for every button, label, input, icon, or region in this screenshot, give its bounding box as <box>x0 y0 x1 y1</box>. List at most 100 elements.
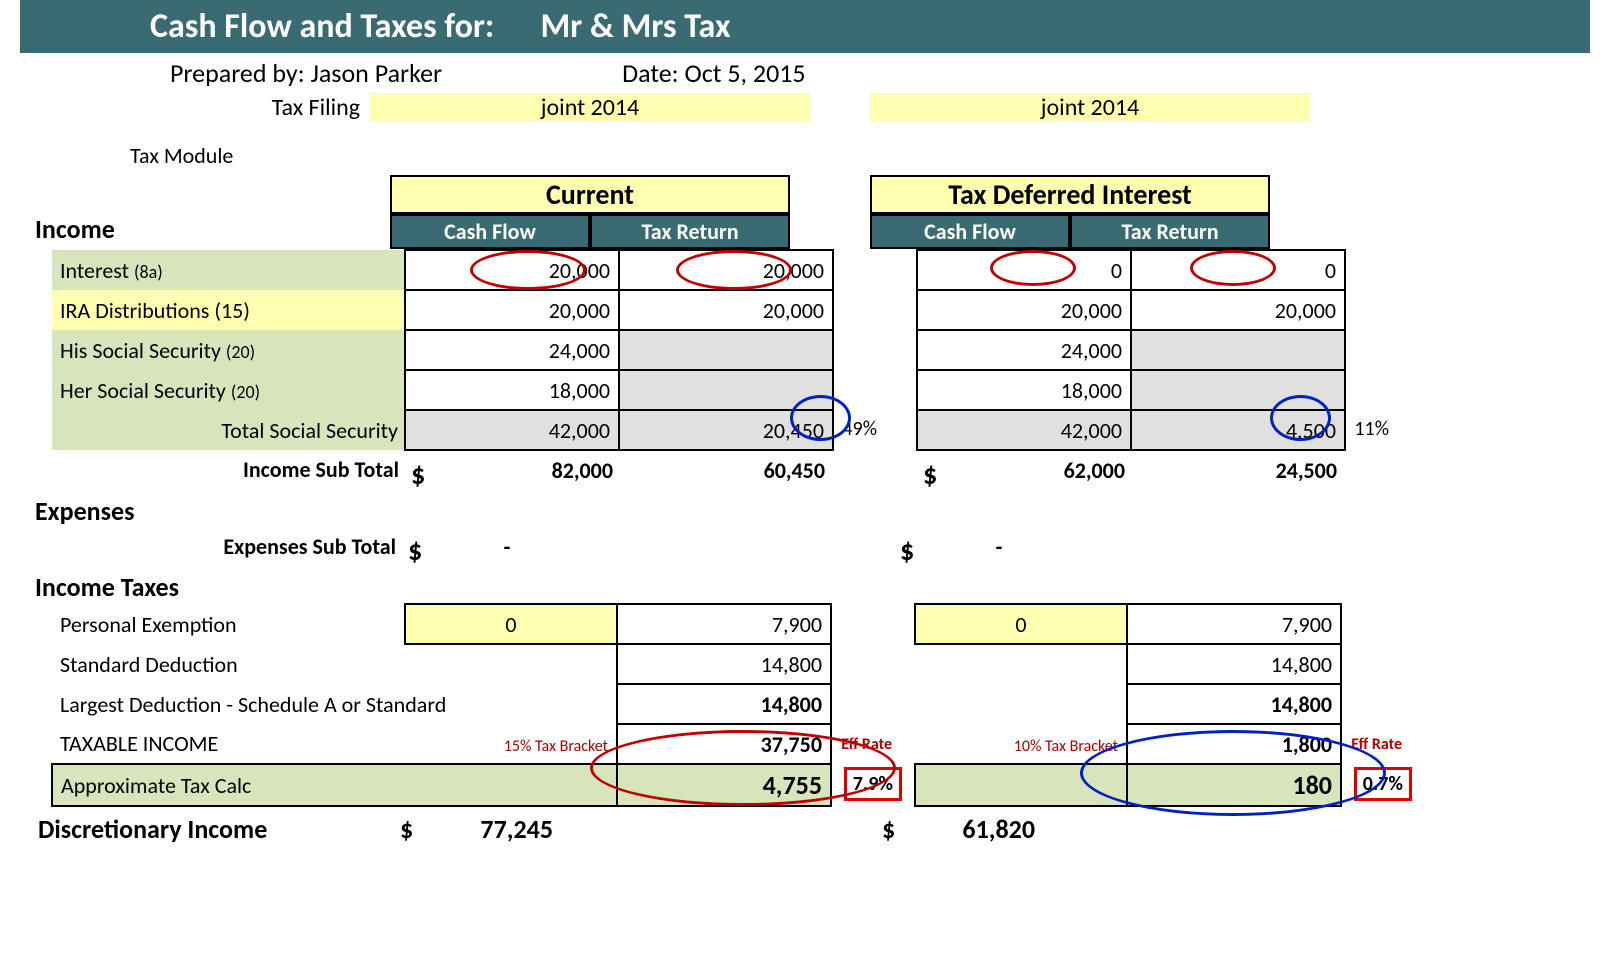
row-ira: IRA Distributions (15) 20,000 20,000 20,… <box>20 290 1345 330</box>
exp-sub-label: Expenses Sub Total <box>52 527 402 565</box>
ira-cf-current: 20,000 <box>405 290 619 330</box>
income-sub-sym-def: $ <box>923 457 937 492</box>
taxable-tr-cur: 37,750 <box>761 731 822 758</box>
largest-tr-def: 14,800 <box>1127 684 1341 724</box>
section-income: Income <box>35 213 115 245</box>
total-ss-tr-current: 20,450 <box>763 417 824 444</box>
header-cashflow-left: Cash Flow <box>390 214 590 249</box>
his-ss-cf-current: 24,000 <box>405 330 619 370</box>
sd-label: Standard Deduction <box>52 644 405 684</box>
ira-tr-current: 20,000 <box>619 290 833 330</box>
row-exp-subtotal: Expenses Sub Total $ - $ - <box>20 527 1304 565</box>
row-her-ss: Her Social Security (20) 18,000 18,000 <box>20 370 1345 410</box>
disc-sym-def: $ <box>882 813 895 845</box>
row-pe: Personal Exemption 0 7,900 0 7,900 <box>20 604 1341 644</box>
row-his-ss: His Social Security (20) 24,000 24,000 <box>20 330 1345 370</box>
client-name: Mr & Mrs Tax <box>540 6 730 47</box>
date-value: Oct 5, 2015 <box>685 57 806 89</box>
income-sub-tr-def: 24,500 <box>1131 450 1345 489</box>
exp-val-def: - <box>900 533 1098 560</box>
meta-row: Prepared by: Jason Parker Date: Oct 5, 2… <box>170 57 1520 89</box>
title-prefix: Cash Flow and Taxes for: <box>150 6 494 47</box>
effrate-label-def: Eff Rate <box>1351 735 1402 754</box>
interest-tr-current: 20,000 <box>619 250 833 290</box>
pe-cf-cur: 0 <box>405 604 617 644</box>
largest-label: Largest Deduction - Schedule A or Standa… <box>52 684 617 724</box>
her-ss-cf-current: 18,000 <box>405 370 619 410</box>
exp-val-cur: - <box>408 533 606 560</box>
row-approx: Approximate Tax Calc 4,755 7.9% 180 0.7% <box>20 764 1341 806</box>
pe-tr-cur: 7,900 <box>617 604 831 644</box>
header-taxreturn-left: Tax Return <box>590 214 790 249</box>
header-taxreturn-right: Tax Return <box>1070 214 1270 249</box>
his-ss-cf-def: 24,000 <box>917 330 1131 370</box>
total-ss-tr-def: 4,500 <box>1286 417 1336 444</box>
date-label: Date: <box>622 57 679 89</box>
filing-left: joint 2014 <box>370 93 810 122</box>
income-sub-cf-cur: 82,000 <box>552 457 613 484</box>
approx-tr-def: 180 <box>1292 769 1332 801</box>
row-largest: Largest Deduction - Schedule A or Standa… <box>20 684 1341 724</box>
ira-label: IRA Distributions (15) <box>52 290 405 330</box>
bracket-cur: 15% Tax Bracket <box>504 737 608 756</box>
header-current: Current <box>390 175 790 214</box>
disc-sym-cur: $ <box>400 813 413 845</box>
section-expenses: Expenses <box>35 495 1520 527</box>
largest-tr-cur: 14,800 <box>617 684 831 724</box>
filing-right: joint 2014 <box>870 93 1310 122</box>
income-sub-label: Income Sub Total <box>52 450 405 489</box>
his-ss-label: His Social Security <box>60 337 221 364</box>
row-sd: Standard Deduction 14,800 14,800 <box>20 644 1341 684</box>
header-deferred: Tax Deferred Interest <box>870 175 1270 214</box>
income-sub-cf-def: 62,000 <box>1064 457 1125 484</box>
total-ss-cf-current: 42,000 <box>405 410 619 450</box>
total-ss-cf-def: 42,000 <box>917 410 1131 450</box>
disc-val-cur: 77,245 <box>480 813 593 845</box>
bracket-def: 10% Tax Bracket <box>1014 737 1118 756</box>
his-ss-sub: (20) <box>226 341 255 363</box>
row-total-ss: Total Social Security 42,000 20,450 49% … <box>20 410 1345 450</box>
interest-label: Interest <box>60 257 129 284</box>
interest-cf-current: 20,000 <box>405 250 619 290</box>
pe-cf-def: 0 <box>915 604 1127 644</box>
interest-tr-def: 0 <box>1131 250 1345 290</box>
total-ss-label: Total Social Security <box>52 410 405 450</box>
approx-label: Approximate Tax Calc <box>52 764 405 806</box>
effrate-label-cur: Eff Rate <box>841 735 892 754</box>
sd-tr-cur: 14,800 <box>617 644 831 684</box>
row-discretionary: Discretionary Income $ 77,245 $ 61,820 <box>20 811 1276 847</box>
title-bar: Cash Flow and Taxes for: Mr & Mrs Tax <box>20 0 1590 53</box>
effrate-cur: 7.9% <box>844 767 902 801</box>
exp-sym-def: $ <box>900 533 914 568</box>
pe-tr-def: 7,900 <box>1127 604 1341 644</box>
interest-sub: (8a) <box>134 261 163 283</box>
total-ss-pct-current: 49% <box>842 417 877 441</box>
disc-val-def: 61,820 <box>962 813 1075 845</box>
her-ss-label: Her Social Security <box>60 377 226 404</box>
module-label: Tax Module <box>130 142 1520 169</box>
prepared-by-value: Jason Parker <box>311 57 443 89</box>
total-ss-pct-def: 11% <box>1354 417 1389 441</box>
header-cashflow-right: Cash Flow <box>870 214 1070 249</box>
approx-tr-cur: 4,755 <box>763 769 822 801</box>
income-sub-sym-cur: $ <box>411 457 425 492</box>
her-ss-cf-def: 18,000 <box>917 370 1131 410</box>
exp-sym-cur: $ <box>408 533 422 568</box>
sd-tr-def: 14,800 <box>1127 644 1341 684</box>
her-ss-sub: (20) <box>231 381 260 403</box>
ira-cf-def: 20,000 <box>917 290 1131 330</box>
row-taxable: TAXABLE INCOME 15% Tax Bracket 37,750 Ef… <box>20 724 1341 764</box>
taxable-tr-def: 1,800 <box>1282 731 1332 758</box>
tax-filing-label: Tax Filing <box>20 93 360 122</box>
income-sub-tr-cur: 60,450 <box>619 450 833 489</box>
discretionary-label: Discretionary Income <box>37 811 394 847</box>
interest-cf-def: 0 <box>917 250 1131 290</box>
ira-tr-def: 20,000 <box>1131 290 1345 330</box>
row-interest: Interest (8a) 20,000 20,000 0 0 <box>20 250 1345 290</box>
effrate-def: 0.7% <box>1354 767 1412 801</box>
section-taxes: Income Taxes <box>35 571 1520 603</box>
taxable-label: TAXABLE INCOME <box>52 724 405 764</box>
pe-label: Personal Exemption <box>52 604 405 644</box>
prepared-by-label: Prepared by: <box>170 57 305 89</box>
row-income-subtotal: Income Sub Total $ 82,000 60,450 $ 62,00… <box>20 450 1345 489</box>
